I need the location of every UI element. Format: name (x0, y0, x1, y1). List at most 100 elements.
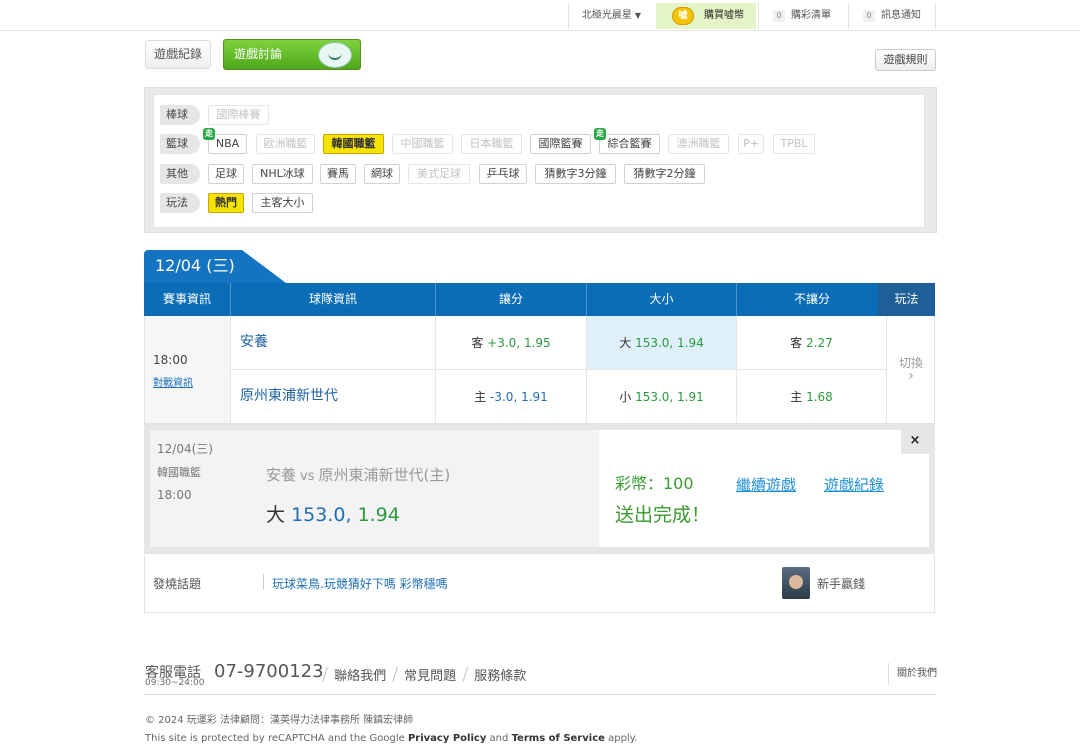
chip-guess-2min[interactable]: 猜數字2分鐘 (624, 164, 705, 184)
away-moneyline-odds[interactable]: 客 2.27 (737, 316, 887, 370)
game-record-tab[interactable]: 遊戲紀錄 (145, 40, 211, 69)
handicap-side: 客 (471, 336, 484, 350)
header-play[interactable]: 玩法 (878, 283, 935, 316)
vs-label: vs (300, 469, 315, 484)
chip-soccer[interactable]: 足球 (208, 164, 244, 184)
game-rules-button[interactable]: 遊戲規則 (875, 49, 936, 71)
match-info-link[interactable]: 對戰資訊 (153, 374, 193, 389)
chip-guess-3min[interactable]: 猜數字3分鐘 (535, 164, 616, 184)
total-side: 大 (619, 336, 632, 350)
bet-summary: 12/04(三) 韓國職籃 18:00 安養 vs 原州東浦新世代(主) 大 153… (150, 430, 599, 547)
under-total-odds[interactable]: 小 153.0, 1.91 (587, 370, 737, 423)
chip-china-basketball[interactable]: 中國職籃 (392, 134, 453, 154)
basketball-heading: 籃球 (160, 134, 200, 154)
game-record-link[interactable]: 遊戲紀錄 (824, 474, 884, 495)
chip-horse-racing[interactable]: 賽馬 (320, 164, 356, 184)
chip-table-tennis[interactable]: 乒乓球 (479, 164, 527, 184)
game-discussion-label: 遊戲討論 (234, 47, 283, 61)
bet-home-team: 原州東浦新世代(主) (318, 466, 451, 484)
baseball-heading: 棒球 (160, 105, 200, 125)
handicap-value: +3.0, 1.95 (487, 336, 551, 350)
top-bar: 北極光晨星 ▼ 噓 購買噓幣 0 購彩清單 0 訊息通知 (0, 0, 1080, 31)
total-side: 小 (619, 390, 632, 404)
chip-p-plus[interactable]: P+ (738, 134, 764, 154)
moneyline-value: 1.68 (806, 390, 833, 404)
chip-euro-basketball[interactable]: 歐洲職籃 (256, 134, 315, 154)
bet-pick-side: 大 (266, 504, 286, 526)
recaptcha-notice: This site is protected by reCAPTCHA and … (145, 733, 637, 744)
chip-home-away-total[interactable]: 主客大小 (252, 193, 313, 213)
chip-hot[interactable]: 熱門 (208, 193, 244, 213)
chip-intl-baseball[interactable]: 國際棒賽 (208, 105, 269, 125)
bet-time: 18:00 (157, 488, 192, 502)
moneyline-side: 客 (790, 336, 803, 350)
user-menu[interactable]: 北極光晨星 ▼ (568, 3, 654, 29)
divider: / (462, 664, 469, 685)
avatar[interactable] (782, 567, 810, 599)
header-team-info: 球隊資訊 (231, 283, 436, 316)
header-handicap: 讓分 (436, 283, 587, 316)
home-moneyline-odds[interactable]: 主 1.68 (737, 370, 887, 423)
chip-nhl[interactable]: NHL冰球 (252, 164, 313, 184)
buy-coin-button[interactable]: 噓 購買噓幣 (656, 3, 756, 29)
terms-of-service-link[interactable]: Terms of Service (512, 733, 605, 744)
chip-tennis[interactable]: 網球 (364, 164, 400, 184)
bet-pick-value: 153.0, (291, 504, 352, 526)
handicap-side: 主 (474, 390, 487, 404)
moneyline-side: 主 (790, 390, 803, 404)
chip-nba-label: NBA (215, 137, 240, 150)
faq-link[interactable]: 常見問題 (404, 669, 456, 684)
divider: / (392, 664, 399, 685)
notifications-label: 訊息通知 (881, 10, 921, 21)
home-handicap-odds[interactable]: 主 -3.0, 1.91 (436, 370, 587, 423)
switch-play-button[interactable]: 切換 › (887, 316, 935, 423)
bet-confirmation-panel: 12/04(三) 韓國職籃 18:00 安養 vs 原州東浦新世代(主) 大 153… (144, 424, 935, 554)
total-value: 153.0, 1.94 (635, 336, 704, 350)
divider (263, 574, 264, 590)
username: 北極光晨星 (581, 10, 632, 21)
chip-mixed-basketball[interactable]: 走綜合籃賽 (594, 128, 660, 154)
contact-link[interactable]: 聯絡我們 (334, 669, 386, 684)
hot-topic-user[interactable]: 新手贏錢 (817, 575, 865, 592)
total-value: 153.0, 1.91 (635, 390, 704, 404)
chip-korea-basketball[interactable]: 韓國職籃 (323, 134, 384, 154)
handicap-value: -3.0, 1.91 (490, 390, 548, 404)
bet-away-team: 安養 (266, 466, 297, 484)
chip-australia-basketball[interactable]: 澳洲職籃 (668, 134, 729, 154)
notifications-button[interactable]: 0 訊息通知 (848, 3, 936, 29)
match-time: 18:00 (153, 353, 188, 367)
home-team[interactable]: 原州東浦新世代 (231, 370, 436, 423)
go-badge: 走 (203, 128, 215, 140)
chevron-right-icon: › (908, 368, 914, 384)
away-handicap-odds[interactable]: 客 +3.0, 1.95 (436, 316, 587, 370)
mascot-icon (318, 42, 352, 68)
header-total: 大小 (587, 283, 737, 316)
footer-links: / 聯絡我們 / 常見問題 / 服務條款 (316, 664, 526, 685)
service-hours: 09:30~24:00 (145, 678, 205, 688)
over-total-odds[interactable]: 大 153.0, 1.94 (587, 316, 737, 370)
header-match-info: 賽事資訊 (144, 283, 231, 316)
continue-game-link[interactable]: 繼續遊戲 (736, 474, 796, 495)
chip-tpbl[interactable]: TPBL (773, 134, 815, 154)
bet-league: 韓國職籃 (157, 466, 201, 479)
about-link[interactable]: 關於我們 (888, 663, 937, 685)
cart-button[interactable]: 0 購彩清單 (758, 3, 846, 29)
chip-intl-basketball[interactable]: 國際籃賽 (530, 134, 591, 154)
odds-table-body: 18:00 對戰資訊 安養 客 +3.0, 1.95 大 153.0, 1.94… (144, 316, 935, 424)
away-team[interactable]: 安養 (231, 316, 436, 370)
close-icon[interactable]: × (901, 428, 929, 454)
privacy-policy-link[interactable]: Privacy Policy (408, 733, 486, 744)
footer-divider (144, 694, 936, 695)
moneyline-value: 2.27 (806, 336, 833, 350)
chip-nba[interactable]: 走 NBA (203, 128, 247, 154)
hot-topic-link[interactable]: 玩球菜鳥.玩競猜好下嗎 彩幣穩嗎 (272, 575, 448, 592)
terms-link[interactable]: 服務條款 (474, 669, 526, 684)
game-discussion-tab[interactable]: 遊戲討論 (223, 39, 361, 70)
bet-pick: 大 153.0, 1.94 (266, 500, 400, 527)
cart-label: 購彩清單 (791, 10, 831, 21)
chip-american-football[interactable]: 美式足球 (408, 164, 470, 184)
chip-japan-basketball[interactable]: 日本職籃 (461, 134, 522, 154)
league-filter-inner: 棒球 國際棒賽 籃球 走 NBA 歐洲職籃 韓國職籃 中國職籃 日本職籃 國際籃賽… (153, 94, 925, 228)
chevron-down-icon: ▼ (634, 11, 642, 20)
date-tab: 12/04 (三) (144, 250, 286, 283)
